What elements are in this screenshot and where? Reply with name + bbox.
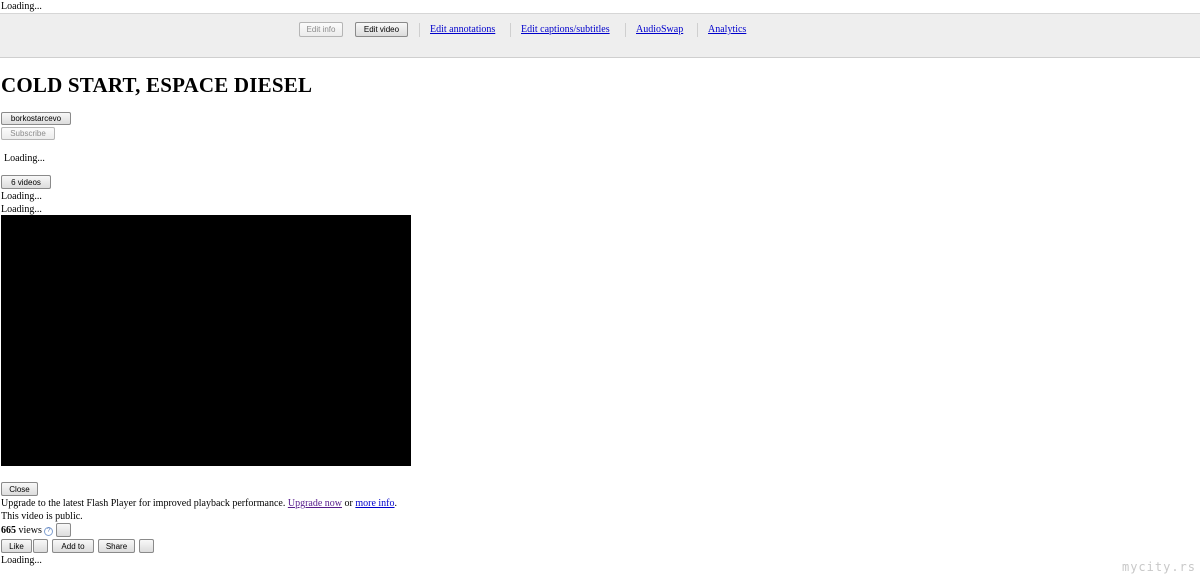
public-notice: This video is public. xyxy=(1,511,83,522)
toolbar-divider xyxy=(697,23,698,37)
upgrade-now-link[interactable]: Upgrade now xyxy=(288,498,342,509)
toolbar-divider xyxy=(625,23,626,37)
video-title: COLD START, ESPACE DIESEL xyxy=(1,73,313,97)
views-count: 665 xyxy=(1,525,16,536)
views-label: views xyxy=(18,525,42,536)
channel-button[interactable]: borkostarcevo xyxy=(1,112,71,125)
toolbar-divider xyxy=(510,23,511,37)
subscribe-button[interactable]: Subscribe xyxy=(1,127,55,140)
loading-text-top: Loading... xyxy=(1,1,42,12)
more-info-link[interactable]: more info xyxy=(355,498,394,509)
views-row: 665 views ? xyxy=(1,525,54,537)
add-to-button[interactable]: Add to xyxy=(52,539,94,553)
audioswap-link[interactable]: AudioSwap xyxy=(636,24,683,36)
dislike-button[interactable] xyxy=(33,539,48,553)
flash-notice-text: Upgrade to the latest Flash Player for i… xyxy=(1,498,286,509)
videos-count-button[interactable]: 6 videos xyxy=(1,175,51,189)
notice-period: . xyxy=(394,498,398,509)
video-player[interactable] xyxy=(1,215,411,466)
close-button[interactable]: Close xyxy=(1,482,38,496)
edit-toolbar: Edit info Edit video Edit annotations Ed… xyxy=(0,13,1200,58)
flash-upgrade-notice: Upgrade to the latest Flash Player for i… xyxy=(1,498,397,510)
like-button[interactable]: Like xyxy=(1,539,32,553)
edit-video-button[interactable]: Edit video xyxy=(355,22,408,37)
edit-annotations-link[interactable]: Edit annotations xyxy=(430,24,495,36)
loading-text: Loading... xyxy=(1,191,42,202)
share-button[interactable]: Share xyxy=(98,539,135,553)
watermark: mycity.rs xyxy=(1121,560,1196,574)
analytics-link[interactable]: Analytics xyxy=(708,24,746,36)
flag-button[interactable] xyxy=(139,539,154,553)
edit-info-button[interactable]: Edit info xyxy=(299,22,343,37)
loading-text-bottom: Loading... xyxy=(1,555,42,566)
toolbar-divider xyxy=(419,23,420,37)
help-icon[interactable]: ? xyxy=(44,527,54,536)
edit-captions-link[interactable]: Edit captions/subtitles xyxy=(521,24,610,36)
or-text: or xyxy=(344,498,353,509)
stats-toggle-button[interactable] xyxy=(56,523,71,537)
loading-text: Loading... xyxy=(4,153,45,164)
